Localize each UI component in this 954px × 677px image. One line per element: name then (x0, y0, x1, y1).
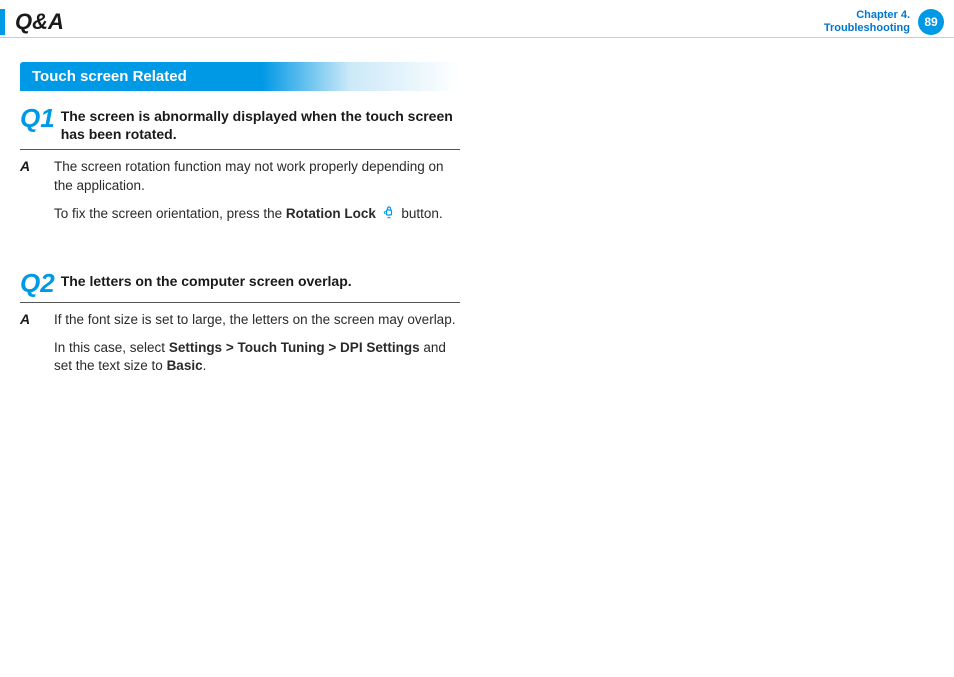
answer-text: In this case, select (54, 340, 169, 355)
title-bar: Q&A (0, 9, 64, 35)
page-number-badge: 89 (918, 9, 944, 35)
answer-paragraph: The screen rotation function may not wor… (54, 158, 460, 194)
question-row: Q2 The letters on the computer screen ov… (20, 270, 460, 303)
answer-text: button. (398, 206, 443, 221)
answer-row: A If the font size is set to large, the … (20, 303, 460, 386)
question-label: Q1 (20, 105, 55, 131)
answer-body: The screen rotation function may not wor… (54, 158, 460, 234)
qa-item: Q2 The letters on the computer screen ov… (20, 270, 460, 386)
content-column: Touch screen Related Q1 The screen is ab… (0, 38, 480, 446)
rotation-lock-icon (382, 205, 396, 224)
header-right: Chapter 4. Troubleshooting 89 (824, 9, 944, 35)
question-row: Q1 The screen is abnormally displayed wh… (20, 105, 460, 150)
answer-body: If the font size is set to large, the le… (54, 311, 460, 386)
answer-row: A The screen rotation function may not w… (20, 150, 460, 234)
chapter-line-1: Chapter 4. (824, 9, 910, 21)
answer-text: . (203, 358, 207, 373)
answer-label: A (20, 158, 36, 174)
page-title: Q&A (15, 9, 64, 35)
answer-paragraph: In this case, select Settings > Touch Tu… (54, 339, 460, 375)
chapter-line-2: Troubleshooting (824, 22, 910, 34)
question-label: Q2 (20, 270, 55, 296)
page-header: Q&A Chapter 4. Troubleshooting 89 (0, 0, 954, 38)
question-text: The screen is abnormally displayed when … (61, 105, 460, 143)
answer-bold: Rotation Lock (286, 206, 376, 221)
answer-paragraph: If the font size is set to large, the le… (54, 311, 460, 329)
section-heading: Touch screen Related (20, 62, 460, 91)
answer-bold: Basic (167, 358, 203, 373)
question-text: The letters on the computer screen overl… (61, 270, 352, 290)
answer-bold: Settings > Touch Tuning > DPI Settings (169, 340, 420, 355)
answer-paragraph: To fix the screen orientation, press the… (54, 205, 460, 224)
qa-item: Q1 The screen is abnormally displayed wh… (20, 105, 460, 234)
answer-label: A (20, 311, 36, 327)
chapter-label: Chapter 4. Troubleshooting (824, 9, 910, 33)
answer-text: To fix the screen orientation, press the (54, 206, 286, 221)
